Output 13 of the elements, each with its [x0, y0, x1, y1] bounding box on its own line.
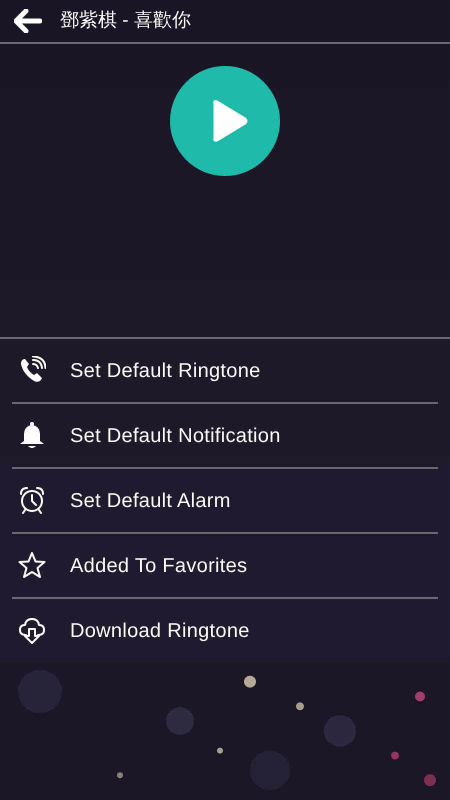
menu-item[interactable]: Added To Favorites — [0, 534, 450, 598]
alarm-clock-icon — [18, 486, 46, 516]
menu-item[interactable]: Set Default Notification — [0, 404, 450, 468]
bell-icon — [18, 421, 46, 450]
menu-item[interactable]: Download Ringtone — [0, 599, 450, 662]
menu-item[interactable]: Set Default Ringtone — [0, 339, 450, 402]
song-title: 鄧紫棋 - 喜歡你 — [60, 8, 191, 33]
back-button[interactable] — [12, 7, 44, 36]
star-icon — [18, 551, 46, 580]
cloud-download-icon — [18, 616, 46, 646]
menu-item[interactable]: Set Default Alarm — [0, 469, 450, 532]
back-arrow-icon — [14, 9, 42, 34]
play-icon — [210, 99, 248, 144]
